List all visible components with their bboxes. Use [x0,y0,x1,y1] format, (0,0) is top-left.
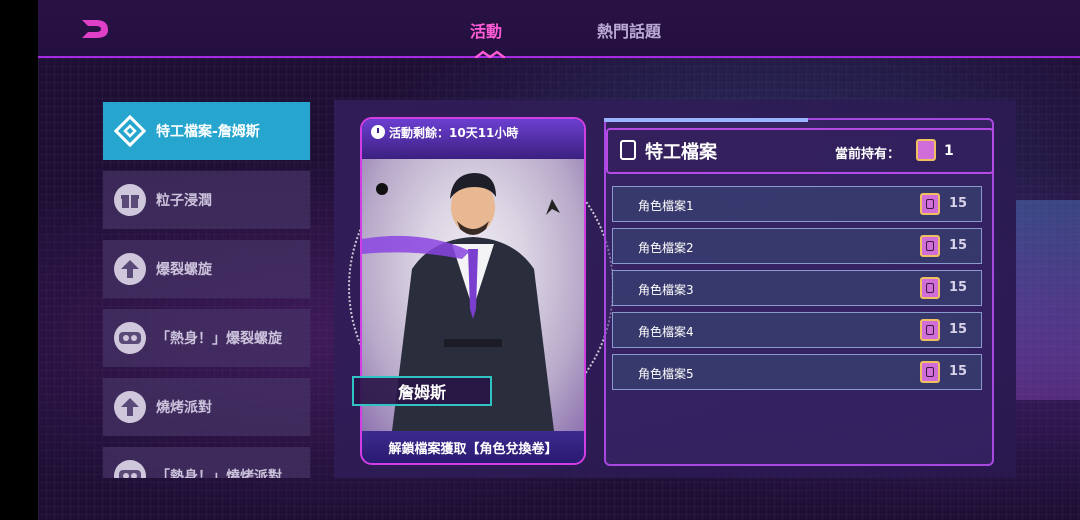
event-sidebar: 特工檔案-詹姆斯 粒子浸潤 爆裂螺旋 「熱身！」爆裂螺旋 燒烤派對 「熱身！」燒… [103,102,310,478]
sidebar-item-label: 燒烤派對 [156,400,212,416]
character-file-row-1[interactable]: 角色檔案1 15 [612,186,982,222]
clock-icon [371,125,385,139]
sidebar-item-particle[interactable]: 粒子浸潤 [103,171,310,229]
card-header: 活動剩餘：10天11小時 [362,119,584,159]
sidebar-item-label: 「熱身！」爆裂螺旋 [156,331,282,347]
up-arrow-icon [114,391,146,423]
gift-icon [114,184,146,216]
file-cost: 15 [949,280,968,295]
character-file-row-4[interactable]: 角色檔案4 15 [612,312,982,348]
back-logo-icon[interactable] [78,14,114,42]
file-lock-icon [620,140,636,160]
file-token-icon [920,235,940,257]
character-file-row-2[interactable]: 角色檔案2 15 [612,228,982,264]
file-label: 角色檔案1 [638,199,694,213]
background-decoration [1016,200,1080,400]
top-bar: 活動 熱門話題 [38,0,1080,59]
sidebar-item-label: 特工檔案-詹姆斯 [156,124,260,140]
character-name: 詹姆斯 [397,383,446,402]
sidebar-item-label: 爆裂螺旋 [156,262,212,278]
panel-progress-line [604,118,808,122]
file-cost: 15 [949,238,968,253]
sidebar-item-label: 粒子浸潤 [156,193,212,209]
character-name-plate: 詹姆斯 [352,376,492,406]
owned-label: 當前持有： [835,147,901,162]
sidebar-item-burst-spiral[interactable]: 爆裂螺旋 [103,240,310,298]
file-cost: 15 [949,196,968,211]
file-token-icon [920,193,940,215]
file-token-icon [916,139,936,161]
file-cost: 15 [949,364,968,379]
sidebar-item-label: 「熱身！」燒烤派對 [156,469,282,478]
sidebar-item-agent-file-james[interactable]: 特工檔案-詹姆斯 [103,102,310,160]
file-label: 角色檔案3 [638,283,694,297]
panel-title: 特工檔案 [645,142,717,163]
vr-goggles-icon [114,460,146,478]
sidebar-item-warmup-bbq-party[interactable]: 「熱身！」燒烤派對 [103,447,310,478]
vr-goggles-icon [114,322,146,354]
file-token-icon [920,319,940,341]
diamond-chain-icon [114,115,146,147]
file-label: 角色檔案2 [638,241,694,255]
unlock-reward-text: 解鎖檔案獲取【角色兌換卷】 [388,441,558,457]
character-file-row-5[interactable]: 角色檔案5 15 [612,354,982,390]
character-file-row-3[interactable]: 角色檔案3 15 [612,270,982,306]
tab-hot-topics[interactable]: 熱門話題 [597,18,661,42]
character-card[interactable]: 活動剩餘：10天11小時 解鎖檔案獲取【角色兌換卷】 [360,117,586,465]
card-footer: 解鎖檔案獲取【角色兌換卷】 [362,431,584,463]
tab-activity[interactable]: 活動 [470,18,502,42]
up-arrow-icon [114,253,146,285]
file-label: 角色檔案4 [638,325,694,339]
file-token-icon [920,361,940,383]
event-timer: 活動剩餘：10天11小時 [389,126,519,140]
file-cost: 15 [949,322,968,337]
left-black-strip [0,0,38,520]
file-label: 角色檔案5 [638,367,694,381]
file-token-icon [920,277,940,299]
owned-count: 1 [944,143,954,159]
sidebar-item-warmup-burst-spiral[interactable]: 「熱身！」爆裂螺旋 [103,309,310,367]
sidebar-item-bbq-party[interactable]: 燒烤派對 [103,378,310,436]
